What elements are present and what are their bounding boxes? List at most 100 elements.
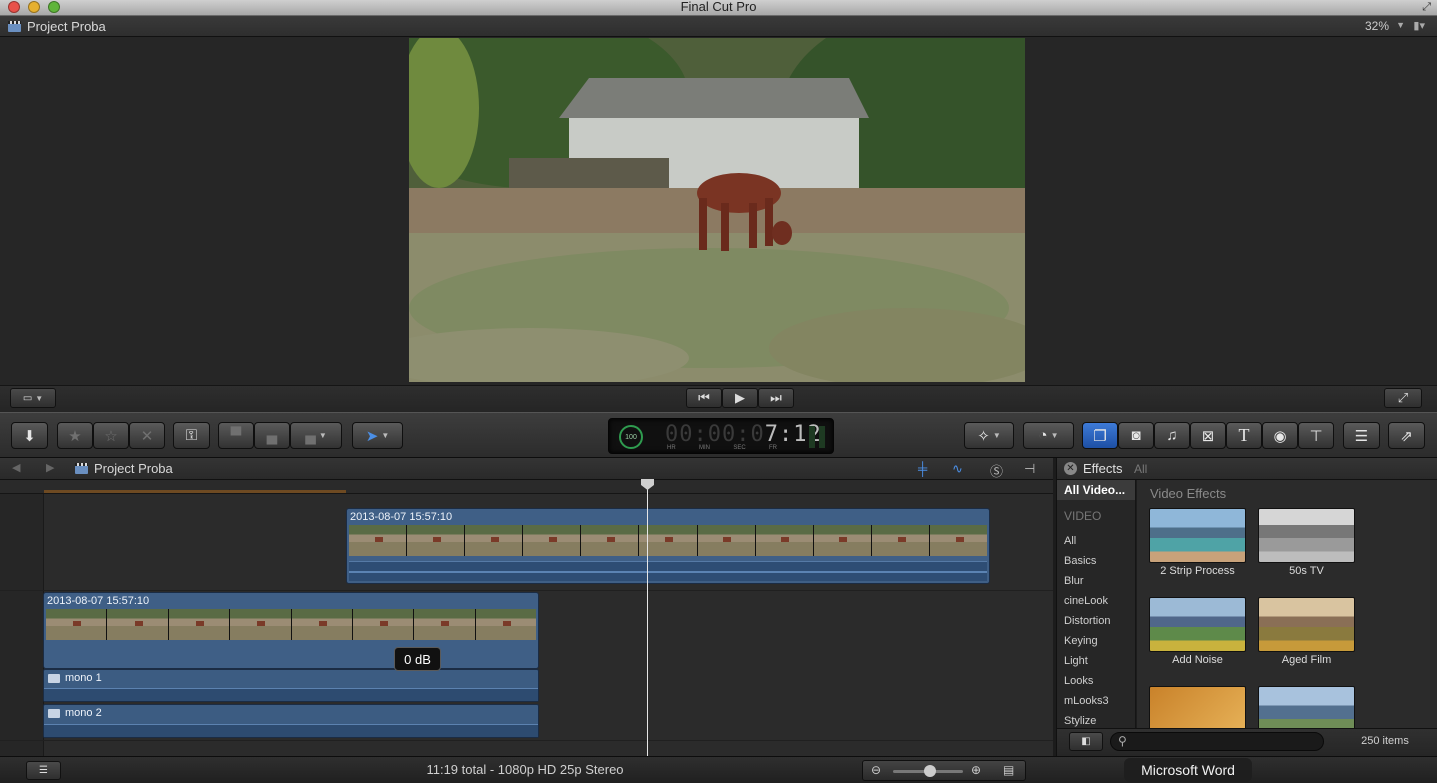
play-button[interactable]: ▶ bbox=[722, 388, 758, 408]
timecode-display[interactable]: 100 00:00:07:12 HR MIN SEC FR bbox=[608, 418, 834, 454]
progress-ring: 100 bbox=[619, 425, 643, 449]
chevron-down-icon: ▼ bbox=[992, 431, 1001, 440]
category-item[interactable]: Light bbox=[1064, 655, 1088, 667]
category-item[interactable]: mLooks3 bbox=[1064, 695, 1109, 707]
append-clip-button[interactable]: ▄ ▼ bbox=[290, 422, 342, 449]
effect-thumbnail bbox=[1149, 597, 1246, 652]
timecode-digits: 00:00:07:12 bbox=[665, 422, 822, 447]
search-icon: ⚲ bbox=[1118, 734, 1127, 748]
photos-browser-button[interactable]: ◙ bbox=[1118, 422, 1154, 449]
playhead[interactable] bbox=[647, 480, 648, 756]
timeline-ruler[interactable] bbox=[0, 480, 1053, 494]
insert-clip-button[interactable]: ▄ bbox=[254, 422, 290, 449]
timeline-zoom-control[interactable]: ⊖ ⊕ ▤ bbox=[862, 760, 1026, 781]
zoom-out-icon[interactable]: ⊖ bbox=[871, 763, 881, 777]
connect-clip-button[interactable]: ▀ bbox=[218, 422, 254, 449]
viewer-display-options-button[interactable]: ▭ ▼ bbox=[10, 388, 56, 408]
snapping-icon[interactable]: ⊣ bbox=[1024, 461, 1035, 477]
generators-browser-button[interactable]: ◉ bbox=[1262, 422, 1298, 449]
music-note-icon: ♫ bbox=[1166, 427, 1178, 444]
effect-name: 2 Strip Process bbox=[1160, 565, 1235, 577]
fullscreen-icon[interactable]: ⤢ bbox=[1422, 1, 1431, 14]
chevron-down-icon[interactable]: ▼ bbox=[1396, 20, 1405, 30]
magic-wand-icon: ✧ bbox=[977, 427, 990, 445]
unit-min: MIN bbox=[699, 445, 710, 451]
effects-category-list: All Video... VIDEO All Basics Blur cineL… bbox=[1056, 480, 1136, 728]
effect-2-strip-process[interactable]: 2 Strip Process bbox=[1149, 508, 1246, 577]
clip-label: 2013-08-07 15:57:10 bbox=[47, 595, 150, 607]
timeline-clip-primary[interactable]: 2013-08-07 15:57:10 bbox=[43, 592, 539, 669]
effect-50s-tv[interactable]: 50s TV bbox=[1258, 508, 1355, 577]
enhancements-button[interactable]: ✧ ▼ bbox=[964, 422, 1014, 449]
timeline-clip-connected[interactable]: 2013-08-07 15:57:10 bbox=[346, 508, 990, 584]
list-icon: ☰ bbox=[39, 765, 48, 776]
zoom-slider-knob[interactable] bbox=[924, 765, 936, 777]
audio-skimming-icon[interactable]: ∿ bbox=[952, 461, 963, 477]
effect-aged-film[interactable]: Aged Film bbox=[1258, 597, 1355, 666]
timeline-project-name: Project Proba bbox=[94, 461, 173, 476]
clapper-icon bbox=[8, 21, 21, 32]
effects-filter[interactable]: All bbox=[1134, 462, 1147, 476]
audio-track-mono-1[interactable]: mono 1 bbox=[43, 669, 539, 702]
forward-arrow-icon[interactable]: ▶ bbox=[46, 461, 54, 474]
skimming-icon[interactable]: ╪ bbox=[918, 461, 927, 476]
key-icon: ⚿ bbox=[185, 427, 198, 444]
clip-thumbnail bbox=[349, 525, 407, 556]
inspector-button[interactable]: ☰ bbox=[1343, 422, 1380, 449]
audio-meter bbox=[809, 426, 825, 448]
clip-appearance-icon[interactable]: ▤ bbox=[1003, 763, 1014, 777]
effect-item[interactable] bbox=[1258, 686, 1355, 728]
viewer-fullscreen-button[interactable]: ⤢ bbox=[1384, 388, 1422, 408]
audio-track-label: mono 1 bbox=[48, 672, 102, 684]
category-item[interactable]: Basics bbox=[1064, 555, 1096, 567]
category-item[interactable]: All bbox=[1064, 535, 1076, 547]
category-item[interactable]: Distortion bbox=[1064, 615, 1110, 627]
audio-track-name: mono 2 bbox=[65, 707, 102, 719]
transitions-browser-button[interactable]: ⊠ bbox=[1190, 422, 1226, 449]
clip-label: 2013-08-07 15:57:10 bbox=[350, 511, 453, 523]
reject-button[interactable]: ✕ bbox=[129, 422, 165, 449]
category-item[interactable]: Keying bbox=[1064, 635, 1098, 647]
window-title: Final Cut Pro bbox=[680, 0, 757, 14]
clip-thumbnail bbox=[352, 609, 414, 640]
category-item[interactable]: Looks bbox=[1064, 675, 1093, 687]
effects-search-input[interactable]: ⚲ bbox=[1110, 732, 1324, 751]
share-button[interactable]: ⇗ bbox=[1388, 422, 1425, 449]
themes-browser-button[interactable]: ⊤ bbox=[1298, 422, 1334, 449]
viewer-zoom-level[interactable]: 32% bbox=[1365, 19, 1389, 33]
category-item[interactable]: cineLook bbox=[1064, 595, 1108, 607]
camera-icon: ◙ bbox=[1131, 427, 1141, 444]
solo-icon[interactable]: Ⓢ bbox=[990, 461, 1003, 480]
music-browser-button[interactable]: ♫ bbox=[1154, 422, 1190, 449]
timeline-index-button[interactable]: ☰ bbox=[26, 761, 61, 780]
titles-browser-button[interactable]: T bbox=[1226, 422, 1262, 449]
clip-thumbnail bbox=[168, 609, 230, 640]
clip-thumbnail bbox=[46, 609, 107, 640]
effect-item[interactable] bbox=[1149, 686, 1246, 728]
retime-button[interactable]: ◔ ▼ bbox=[1023, 422, 1074, 449]
clip-thumbnail bbox=[581, 525, 639, 556]
import-button[interactable]: ⬇ bbox=[11, 422, 48, 449]
select-tool-button[interactable]: ➤ ▼ bbox=[352, 422, 403, 449]
unrate-button[interactable]: ☆ bbox=[93, 422, 129, 449]
effects-browser-button[interactable]: ❐ bbox=[1082, 422, 1118, 449]
effect-name: Add Noise bbox=[1172, 654, 1223, 666]
category-item[interactable]: Blur bbox=[1064, 575, 1084, 587]
zoom-in-icon[interactable]: ⊕ bbox=[971, 763, 981, 777]
effect-add-noise[interactable]: Add Noise bbox=[1149, 597, 1246, 666]
go-to-end-button[interactable]: ⏭ bbox=[758, 388, 794, 408]
sidebar-toggle-button[interactable]: ◧ bbox=[1069, 732, 1103, 751]
close-icon[interactable]: ✕ bbox=[1064, 462, 1077, 475]
go-to-start-button[interactable]: ⏮ bbox=[686, 388, 722, 408]
keyword-editor-button[interactable]: ⚿ bbox=[173, 422, 210, 449]
timecode-digits-dim: 00:00:0 bbox=[665, 422, 765, 447]
effects-icon: ❐ bbox=[1093, 427, 1107, 445]
back-arrow-icon[interactable]: ◀ bbox=[12, 461, 20, 474]
viewer-options-icon[interactable]: ▮▾ bbox=[1413, 19, 1425, 32]
favorite-button[interactable]: ★ bbox=[57, 422, 93, 449]
effect-thumbnail bbox=[1258, 508, 1355, 563]
category-item[interactable]: Stylize bbox=[1064, 715, 1096, 727]
audio-track-mono-2[interactable]: mono 2 bbox=[43, 704, 539, 738]
audio-waveform bbox=[44, 724, 538, 737]
category-all-video[interactable]: All Video... bbox=[1057, 480, 1135, 500]
